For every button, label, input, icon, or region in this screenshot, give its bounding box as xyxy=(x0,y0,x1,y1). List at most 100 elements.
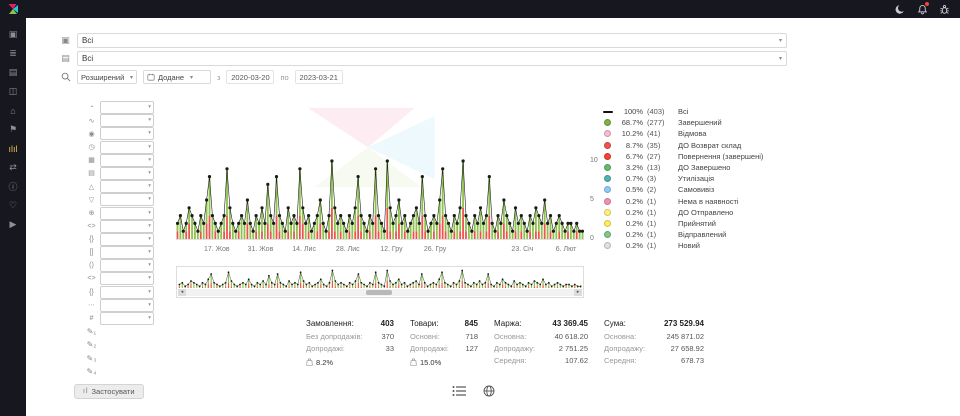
legend-item[interactable]: 0.2%(1)Прийнятий xyxy=(602,218,792,229)
stats-row: Основна:40 618.20 xyxy=(494,332,588,344)
date-field-select[interactable]: Додане ▾ xyxy=(143,70,211,84)
orders-icon[interactable]: ≣ xyxy=(0,44,26,63)
legend-item[interactable]: 100%(403)Всі xyxy=(602,106,792,117)
scrollbar-thumb[interactable] xyxy=(366,290,392,295)
tags-icon[interactable]: ⚑ xyxy=(0,120,26,139)
globe-icon[interactable] xyxy=(483,385,495,397)
legend-percent: 3.2% xyxy=(617,163,643,172)
chevron-down-icon: ▾ xyxy=(779,55,782,62)
filter-select-11[interactable]: ▾ xyxy=(100,233,154,246)
filter-row-10: <>▾ xyxy=(86,221,154,232)
filter-select-15[interactable]: ▾ xyxy=(100,286,154,299)
stats-row-value: 107.62 xyxy=(565,356,588,368)
stats-row-label: Середня: xyxy=(494,356,526,368)
legend-marker xyxy=(602,175,613,182)
pencil-2-icon[interactable]: ✎₂ xyxy=(86,340,97,349)
scroll-left-icon[interactable]: ◂ xyxy=(178,289,186,296)
legend-item[interactable]: 0.2%(1)Нема в наявності xyxy=(602,196,792,207)
pencil-1-icon[interactable]: ✎₁ xyxy=(86,327,97,336)
filter-select-3[interactable]: ▾ xyxy=(100,127,154,140)
legend-item[interactable]: 10.2%(41)Відмова xyxy=(602,128,792,139)
notifications-bell-icon[interactable] xyxy=(916,3,928,15)
list-view-icon[interactable] xyxy=(452,385,467,397)
navigator-scrollbar[interactable]: ◂ ▸ xyxy=(178,289,582,296)
clients-icon[interactable]: ◫ xyxy=(0,82,26,101)
scroll-right-icon[interactable]: ▸ xyxy=(574,289,582,296)
legend-marker xyxy=(602,111,613,113)
date-from-input[interactable]: 2020-03-20 xyxy=(226,70,274,84)
filter-select-9[interactable]: ▾ xyxy=(100,207,154,220)
legend-marker xyxy=(602,198,613,205)
filter-select-17[interactable]: ▾ xyxy=(100,312,154,325)
apply-button[interactable]: ıl Застосувати xyxy=(74,384,144,399)
stats-row: Середня:678.73 xyxy=(604,356,704,368)
range-navigator[interactable]: ◂ ▸ xyxy=(176,266,584,298)
legend-item[interactable]: 0.7%(3)Утилізація xyxy=(602,173,792,184)
pencil-4-icon[interactable]: ✎₄ xyxy=(86,367,97,376)
catalog-icon[interactable]: ▤ xyxy=(0,63,26,82)
filter-select-5[interactable]: ▾ xyxy=(100,154,154,167)
legend-count: (2) xyxy=(647,185,674,194)
segment-select[interactable]: Всі ▾ xyxy=(77,51,787,66)
stats-value: 845 xyxy=(465,319,478,328)
legend-item[interactable]: 68.7%(277)Завершений xyxy=(602,117,792,128)
info-icon[interactable]: ⓘ xyxy=(0,177,26,196)
filter-select-1[interactable]: ▾ xyxy=(100,101,154,114)
stats-row-value: 2 751.25 xyxy=(559,344,588,356)
legend-item[interactable]: 0.2%(1)Новий xyxy=(602,240,792,251)
dashboard-icon[interactable]: ▣ xyxy=(0,25,26,44)
dot-marker-icon xyxy=(604,130,611,137)
date-field-value: Додане xyxy=(158,73,184,82)
analytics-icon[interactable]: ılıl xyxy=(0,139,26,158)
filter-select-10[interactable]: ▾ xyxy=(100,220,154,233)
topbar xyxy=(0,0,960,18)
store-icon[interactable]: ⌂ xyxy=(0,101,26,120)
integrations-icon[interactable]: ⇄ xyxy=(0,158,26,177)
main-chart-svg[interactable] xyxy=(176,100,584,245)
filter-select-16[interactable]: ▾ xyxy=(100,299,154,312)
legend-percent: 0.2% xyxy=(617,230,643,239)
dot-marker-icon xyxy=(604,186,611,193)
search-icon[interactable] xyxy=(60,72,71,82)
filter-row-dates: Розширений ▾ Додане ▾ з 2020-03-20 по 20… xyxy=(60,70,343,84)
upsell-share: 15.0% xyxy=(410,356,478,368)
filter-select-4[interactable]: ▾ xyxy=(100,141,154,154)
left-filter-panel: ◔▾∿▾◉▾◷▾▦▾▤▾△▾▽▾⊕▾<>▾{}▾[]▾()▾<>▾{}▾⋯▾#▾… xyxy=(86,102,154,379)
dark-mode-icon[interactable] xyxy=(894,3,906,15)
legend-count: (41) xyxy=(647,129,674,138)
legend-item[interactable]: 0.2%(1)ДО Отправлено xyxy=(602,207,792,218)
filter-select-8[interactable]: ▾ xyxy=(100,193,154,206)
stats-row-value: 40 618.20 xyxy=(555,332,588,344)
legend-marker xyxy=(602,231,613,238)
legend-item[interactable]: 3.2%(13)ДО Завершено xyxy=(602,162,792,173)
legend-item[interactable]: 0.2%(1)Відправлений xyxy=(602,229,792,240)
legend-label: ДО Завершено xyxy=(678,163,730,172)
pencil-3-icon[interactable]: ✎₃ xyxy=(86,354,97,363)
legend-marker xyxy=(602,220,613,227)
custom-filter-row: ✎₄ xyxy=(86,366,154,377)
legend-marker xyxy=(602,186,613,193)
filter-select-14[interactable]: ▾ xyxy=(100,272,154,285)
filter-select-12[interactable]: ▾ xyxy=(100,246,154,259)
filter-select-13[interactable]: ▾ xyxy=(100,259,154,272)
dot-marker-icon xyxy=(604,175,611,182)
y-axis-labels: 0510 xyxy=(588,100,602,245)
filter-select-6[interactable]: ▾ xyxy=(100,167,154,180)
parens-icon: () xyxy=(86,262,97,269)
mode-select[interactable]: Розширений ▾ xyxy=(77,70,137,84)
chevron-down-icon: ▾ xyxy=(148,104,151,110)
filter-select-2[interactable]: ▾ xyxy=(100,114,154,127)
legend-item[interactable]: 0.5%(2)Самовивіз xyxy=(602,184,792,195)
filter-select-7[interactable]: ▾ xyxy=(100,180,154,193)
video-icon[interactable]: ▶ xyxy=(0,215,26,234)
bug-icon[interactable] xyxy=(938,3,950,15)
legend-item[interactable]: 8.7%(35)ДО Возврат склад xyxy=(602,140,792,151)
support-icon[interactable]: ♡ xyxy=(0,196,26,215)
hash-icon: # xyxy=(86,315,97,322)
app-logo[interactable] xyxy=(7,3,19,15)
legend-item[interactable]: 6.7%(27)Повернення (завершені) xyxy=(602,151,792,162)
preset-select[interactable]: Всі ▾ xyxy=(77,33,787,48)
date-to-input[interactable]: 2023-03-21 xyxy=(295,70,343,84)
navigator-svg[interactable] xyxy=(178,268,582,290)
filter-row-13: ()▾ xyxy=(86,260,154,271)
